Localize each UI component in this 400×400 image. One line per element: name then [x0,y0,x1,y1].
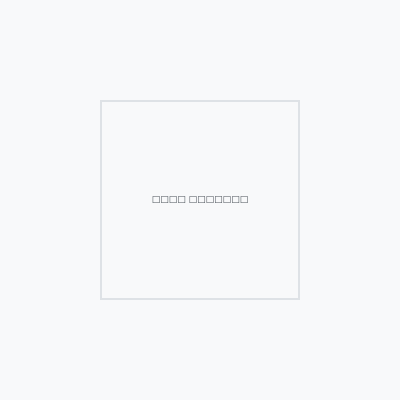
frame-text: □□□□ □□□□□□□ [151,194,249,205]
content-frame: □□□□ □□□□□□□ [100,100,300,300]
page: □□□□ □□□□□□□ [0,0,400,400]
